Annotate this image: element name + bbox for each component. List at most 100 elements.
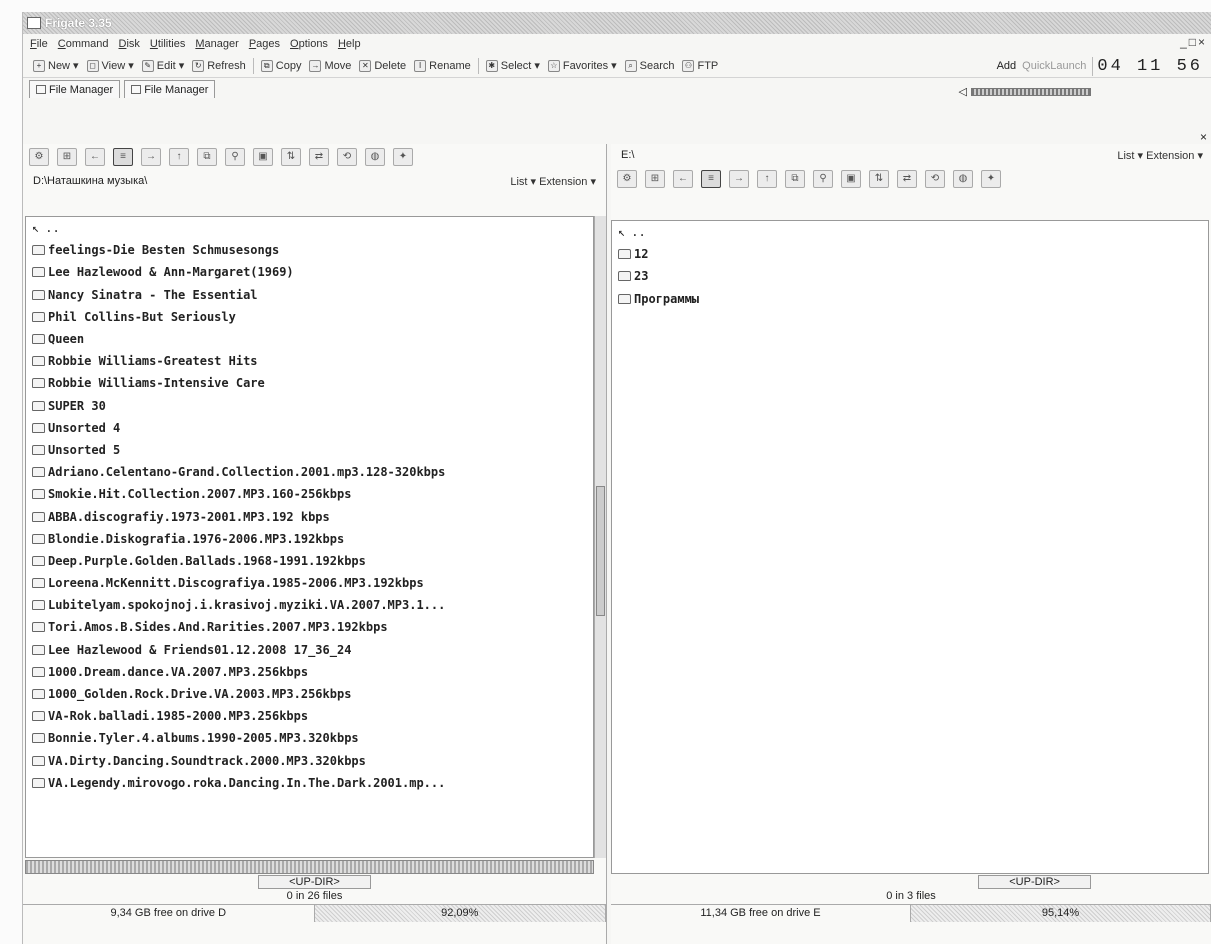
filter-icon[interactable]: ⚲ bbox=[225, 148, 245, 166]
up-icon[interactable]: ↑ bbox=[757, 170, 777, 188]
list-item[interactable]: Blondie.Diskografia.1976-2006.MP3.192kbp… bbox=[26, 528, 593, 550]
list-item[interactable]: Deep.Purple.Golden.Ballads.1968-1991.192… bbox=[26, 550, 593, 572]
window-controls[interactable]: _□× bbox=[1180, 35, 1207, 49]
gear-icon[interactable]: ⚙ bbox=[29, 148, 49, 166]
network-icon[interactable]: ⇅ bbox=[281, 148, 301, 166]
network-icon[interactable]: ⇅ bbox=[869, 170, 889, 188]
list-item[interactable]: VA.Dirty.Dancing.Soundtrack.2000.MP3.320… bbox=[26, 750, 593, 772]
quick-launch[interactable]: QuickLaunch bbox=[1022, 60, 1086, 72]
list-item[interactable]: Adriano.Celentano-Grand.Collection.2001.… bbox=[26, 461, 593, 483]
close-panel-icon[interactable]: × bbox=[1200, 130, 1207, 144]
gear-icon[interactable]: ⚙ bbox=[617, 170, 637, 188]
ftp-button[interactable]: ⚇ FTP bbox=[678, 59, 722, 72]
list-item[interactable]: Bonnie.Tyler.4.albums.1990-2005.MP3.320k… bbox=[26, 727, 593, 749]
list-item[interactable]: SUPER 30 bbox=[26, 395, 593, 417]
menu-utilities[interactable]: Utilities bbox=[145, 38, 190, 50]
menu-command[interactable]: Command bbox=[53, 38, 114, 50]
file-name: SUPER 30 bbox=[48, 398, 106, 413]
rename-button[interactable]: I Rename bbox=[410, 59, 475, 72]
search-button[interactable]: ⌕ Search bbox=[621, 59, 679, 72]
back-icon[interactable]: ← bbox=[85, 148, 105, 166]
updir-row[interactable]: ↖.. bbox=[26, 217, 593, 239]
select-button[interactable]: ✱ Select ▾ bbox=[482, 59, 544, 72]
move-button[interactable]: → Move bbox=[305, 59, 355, 72]
left-vertical-scrollbar[interactable] bbox=[594, 216, 606, 858]
back-icon[interactable]: ← bbox=[673, 170, 693, 188]
menu-options[interactable]: Options bbox=[285, 38, 333, 50]
left-updir-button[interactable]: <UP-DIR> bbox=[258, 875, 371, 889]
list-item[interactable]: Phil Collins-But Seriously bbox=[26, 306, 593, 328]
new-icon: + bbox=[33, 59, 45, 72]
menu-help[interactable]: Help bbox=[333, 38, 366, 50]
edit-button[interactable]: ✎ Edit ▾ bbox=[138, 59, 189, 72]
compare-icon[interactable]: ⇄ bbox=[309, 148, 329, 166]
right-view-select[interactable]: List ▾ Extension ▾ bbox=[1117, 149, 1203, 162]
list-item[interactable]: 1000_Golden.Rock.Drive.VA.2003.MP3.256kb… bbox=[26, 683, 593, 705]
list-item[interactable]: 1000.Dream.dance.VA.2007.MP3.256kbps bbox=[26, 661, 593, 683]
settings-icon[interactable]: ✦ bbox=[393, 148, 413, 166]
scrollbar-thumb[interactable] bbox=[596, 486, 605, 616]
list-item[interactable]: Robbie Williams-Intensive Care bbox=[26, 372, 593, 394]
list-item[interactable]: Lee Hazlewood & Ann-Margaret(1969) bbox=[26, 261, 593, 283]
up-icon[interactable]: ↑ bbox=[169, 148, 189, 166]
left-view-select[interactable]: List ▾ Extension ▾ bbox=[510, 175, 596, 188]
tree-icon[interactable]: ⊞ bbox=[645, 170, 665, 188]
add-button[interactable]: Add bbox=[997, 60, 1017, 72]
menu-file[interactable]: File bbox=[25, 38, 53, 50]
list-item[interactable]: Loreena.McKennitt.Discografiya.1985-2006… bbox=[26, 572, 593, 594]
list-item[interactable]: Tori.Amos.B.Sides.And.Rarities.2007.MP3.… bbox=[26, 616, 593, 638]
left-file-list: ↖.. feelings-Die Besten Schmusesongs Lee… bbox=[25, 216, 594, 858]
right-updir-button[interactable]: <UP-DIR> bbox=[978, 875, 1091, 889]
list-item[interactable]: feelings-Die Besten Schmusesongs bbox=[26, 239, 593, 261]
left-path[interactable]: D:\Наташкина музыка\ bbox=[33, 175, 147, 187]
list-item[interactable]: 12 bbox=[612, 243, 1208, 265]
list-view-icon[interactable]: ≡ bbox=[113, 148, 133, 166]
copy-button[interactable]: ⧉ Copy bbox=[257, 59, 306, 72]
left-horizontal-scrollbar[interactable] bbox=[25, 860, 594, 874]
list-item[interactable]: Queen bbox=[26, 328, 593, 350]
forward-icon[interactable]: → bbox=[141, 148, 161, 166]
title-bar[interactable]: Frigate 3.35 bbox=[23, 12, 1211, 34]
delete-button[interactable]: ✕ Delete bbox=[355, 59, 410, 72]
right-path[interactable]: E:\ bbox=[621, 149, 634, 161]
list-item[interactable]: Программы bbox=[612, 288, 1208, 310]
copy-path-icon[interactable]: ⧉ bbox=[197, 148, 217, 166]
list-item[interactable]: Nancy Sinatra - The Essential bbox=[26, 284, 593, 306]
list-item[interactable]: VA-Rok.balladi.1985-2000.MP3.256kbps bbox=[26, 705, 593, 727]
tab-file-manager-2[interactable]: File Manager bbox=[124, 80, 216, 98]
list-view-icon[interactable]: ≡ bbox=[701, 170, 721, 188]
new-button[interactable]: + New ▾ bbox=[29, 59, 83, 72]
compare-icon[interactable]: ⇄ bbox=[897, 170, 917, 188]
drive-icon[interactable]: ▣ bbox=[253, 148, 273, 166]
globe-icon[interactable]: ◍ bbox=[365, 148, 385, 166]
volume-meter[interactable] bbox=[971, 87, 1091, 96]
drive-icon[interactable]: ▣ bbox=[841, 170, 861, 188]
view-button[interactable]: ◻ View ▾ bbox=[83, 59, 138, 72]
tree-icon[interactable]: ⊞ bbox=[57, 148, 77, 166]
sync-icon[interactable]: ⟲ bbox=[337, 148, 357, 166]
file-name: VA.Legendy.mirovogo.roka.Dancing.In.The.… bbox=[48, 775, 446, 790]
favorites-button[interactable]: ☆ Favorites ▾ bbox=[544, 59, 621, 72]
settings-icon[interactable]: ✦ bbox=[981, 170, 1001, 188]
refresh-button[interactable]: ↻ Refresh bbox=[188, 59, 250, 72]
menu-manager[interactable]: Manager bbox=[190, 38, 243, 50]
sync-icon[interactable]: ⟲ bbox=[925, 170, 945, 188]
list-item[interactable]: Lee Hazlewood & Friends01.12.2008 17_36_… bbox=[26, 639, 593, 661]
menu-disk[interactable]: Disk bbox=[114, 38, 145, 50]
updir-row[interactable]: ↖.. bbox=[612, 221, 1208, 243]
list-item[interactable]: Lubitelyam.spokojnoj.i.krasivoj.myziki.V… bbox=[26, 594, 593, 616]
filter-icon[interactable]: ⚲ bbox=[813, 170, 833, 188]
list-item[interactable]: Unsorted 4 bbox=[26, 417, 593, 439]
list-item[interactable]: VA.Legendy.mirovogo.roka.Dancing.In.The.… bbox=[26, 772, 593, 794]
globe-icon[interactable]: ◍ bbox=[953, 170, 973, 188]
forward-icon[interactable]: → bbox=[729, 170, 749, 188]
list-item[interactable]: ABBA.discografiy.1973-2001.MP3.192 kbps bbox=[26, 505, 593, 527]
file-name: 12 bbox=[634, 247, 649, 262]
list-item[interactable]: Smokie.Hit.Collection.2007.MP3.160-256kb… bbox=[26, 483, 593, 505]
menu-pages[interactable]: Pages bbox=[244, 38, 285, 50]
list-item[interactable]: Unsorted 5 bbox=[26, 439, 593, 461]
list-item[interactable]: 23 bbox=[612, 265, 1208, 287]
tab-file-manager-1[interactable]: File Manager bbox=[29, 80, 121, 98]
copy-path-icon[interactable]: ⧉ bbox=[785, 170, 805, 188]
list-item[interactable]: Robbie Williams-Greatest Hits bbox=[26, 350, 593, 372]
